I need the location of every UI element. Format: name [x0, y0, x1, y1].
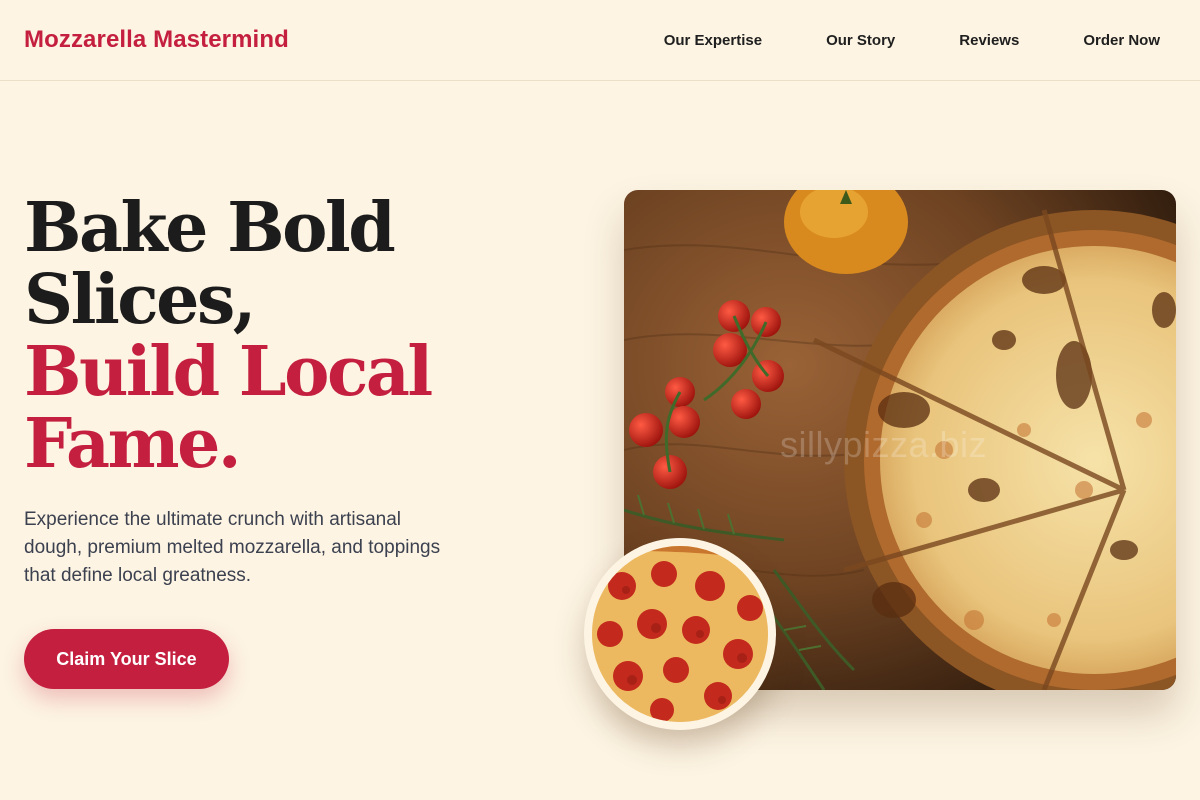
- pepperoni-inset-image: [584, 538, 776, 730]
- headline-accent-line-2: Fame.: [24, 404, 242, 484]
- claim-slice-button[interactable]: Claim Your Slice: [24, 629, 229, 689]
- watermark-text: sillypizza.biz: [780, 424, 988, 465]
- headline-accent-line-1: Build Local: [24, 332, 433, 412]
- hero-copy: Bake Bold Slices, Build Local Fame. Expe…: [24, 192, 494, 689]
- main-nav: Our Expertise Our Story Reviews Order No…: [664, 32, 1160, 49]
- brand-logo[interactable]: Mozzarella Mastermind: [24, 26, 289, 54]
- nav-our-expertise[interactable]: Our Expertise: [664, 32, 762, 49]
- hero-headline: Bake Bold Slices, Build Local Fame.: [24, 192, 494, 480]
- hero-description: Experience the ultimate crunch with arti…: [24, 509, 441, 586]
- nav-reviews[interactable]: Reviews: [959, 32, 1019, 49]
- nav-our-story[interactable]: Our Story: [826, 32, 895, 49]
- pepperoni-photo-illustration: [592, 546, 768, 722]
- headline-line-2: Slices,: [24, 260, 256, 340]
- headline-line-1: Bake Bold: [24, 188, 396, 268]
- site-header: Mozzarella Mastermind Our Expertise Our …: [0, 0, 1200, 81]
- pepperoni-photo-frame: [592, 546, 768, 722]
- nav-order-now[interactable]: Order Now: [1083, 32, 1160, 49]
